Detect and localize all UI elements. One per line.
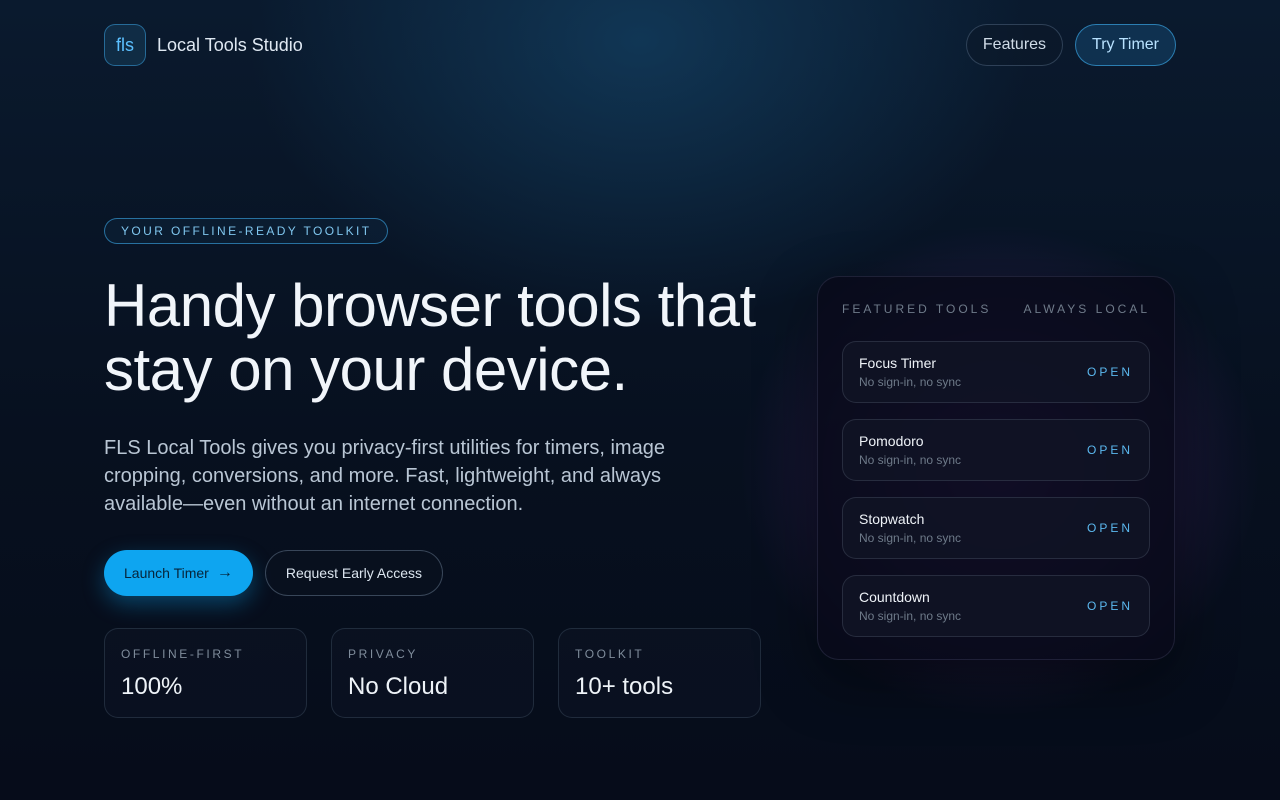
- site-header: fls Local Tools Studio Features Try Time…: [104, 24, 1176, 66]
- tool-item-focus-timer[interactable]: Focus Timer No sign-in, no sync OPEN: [842, 341, 1150, 403]
- stat-label: OFFLINE-FIRST: [121, 647, 245, 661]
- stat-value: No Cloud: [348, 673, 449, 700]
- stat-label: TOOLKIT: [575, 647, 645, 661]
- tool-info: Pomodoro No sign-in, no sync: [859, 433, 961, 467]
- request-early-access-button[interactable]: Request Early Access: [264, 550, 443, 596]
- brand[interactable]: fls Local Tools Studio: [104, 24, 303, 66]
- stat-label: PRIVACY: [348, 647, 418, 661]
- tool-item-pomodoro[interactable]: Pomodoro No sign-in, no sync OPEN: [842, 419, 1150, 481]
- open-countdown-button[interactable]: OPEN: [1087, 599, 1133, 613]
- stats-row: OFFLINE-FIRST 100% PRIVACY No Cloud TOOL…: [104, 628, 761, 718]
- panel-tag: ALWAYS LOCAL: [1023, 302, 1150, 316]
- tool-subtitle: No sign-in, no sync: [859, 453, 962, 467]
- arrow-right-icon: →: [216, 564, 233, 581]
- tool-info: Countdown No sign-in, no sync: [859, 589, 961, 623]
- top-nav: Features Try Timer: [965, 24, 1176, 66]
- launch-timer-label: Launch Timer: [124, 565, 209, 581]
- open-focus-timer-button[interactable]: OPEN: [1087, 365, 1133, 379]
- tool-subtitle: No sign-in, no sync: [859, 375, 962, 389]
- tool-subtitle: No sign-in, no sync: [859, 609, 962, 623]
- tool-name: Countdown: [859, 589, 930, 605]
- stat-card-toolkit: TOOLKIT 10+ tools: [558, 628, 761, 718]
- open-pomodoro-button[interactable]: OPEN: [1087, 443, 1133, 457]
- features-button[interactable]: Features: [965, 24, 1064, 66]
- panel-title: FEATURED TOOLS: [842, 302, 992, 316]
- panel-header: FEATURED TOOLS ALWAYS LOCAL: [842, 301, 1150, 317]
- hero-actions: Launch Timer → Request Early Access: [104, 550, 443, 596]
- try-timer-button[interactable]: Try Timer: [1075, 24, 1176, 66]
- tool-subtitle: No sign-in, no sync: [859, 531, 962, 545]
- launch-timer-button[interactable]: Launch Timer →: [104, 550, 253, 596]
- hero-description: FLS Local Tools gives you privacy-first …: [104, 437, 665, 515]
- tool-name: Pomodoro: [859, 433, 924, 449]
- tool-list: Focus Timer No sign-in, no sync OPEN Pom…: [842, 341, 1150, 637]
- stat-value: 10+ tools: [575, 673, 674, 700]
- brand-name[interactable]: Local Tools Studio: [157, 35, 303, 56]
- tool-item-countdown[interactable]: Countdown No sign-in, no sync OPEN: [842, 575, 1150, 637]
- open-stopwatch-button[interactable]: OPEN: [1087, 521, 1133, 535]
- stat-card-privacy: PRIVACY No Cloud: [331, 628, 534, 718]
- tool-info: Focus Timer No sign-in, no sync: [859, 355, 961, 389]
- tool-name: Stopwatch: [859, 511, 925, 527]
- hero-headline: Handy browser tools that stay on your de…: [104, 272, 756, 403]
- featured-tools-panel: FEATURED TOOLS ALWAYS LOCAL Focus Timer …: [817, 276, 1175, 660]
- tool-item-stopwatch[interactable]: Stopwatch No sign-in, no sync OPEN: [842, 497, 1150, 559]
- brand-logo[interactable]: fls: [104, 24, 146, 66]
- tool-info: Stopwatch No sign-in, no sync: [859, 511, 961, 545]
- stat-value: 100%: [121, 673, 183, 700]
- hero-badge: YOUR OFFLINE-READY TOOLKIT: [104, 218, 389, 244]
- stat-card-offline: OFFLINE-FIRST 100%: [104, 628, 307, 718]
- tool-name: Focus Timer: [859, 355, 937, 371]
